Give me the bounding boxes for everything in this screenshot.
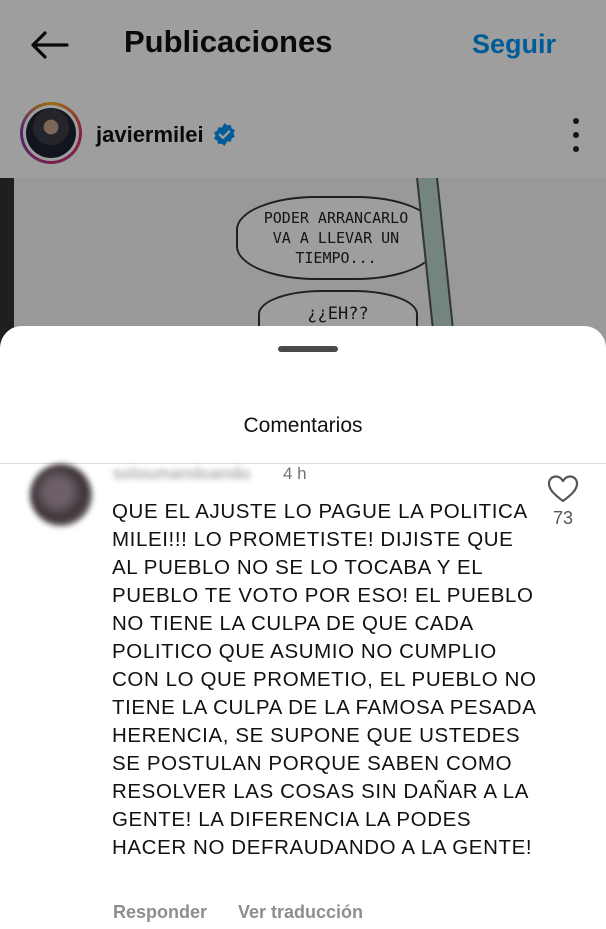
- comments-sheet: Comentarios soloumandoando 4 h QUE EL AJ…: [0, 326, 606, 929]
- reply-button[interactable]: Responder: [113, 902, 207, 923]
- like-count: 73: [552, 508, 574, 528]
- comment-item: soloumandoando 4 h QUE EL AJUSTE LO PAGU…: [0, 464, 606, 929]
- drag-handle[interactable]: [278, 346, 338, 352]
- comment-time: 4 h: [283, 464, 307, 483]
- commenter-avatar[interactable]: [30, 464, 92, 526]
- commenter-username[interactable]: soloumandoando: [113, 464, 250, 484]
- comments-title: Comentarios: [243, 414, 363, 437]
- heart-outline-icon[interactable]: [547, 474, 579, 504]
- comment-text: QUE EL AJUSTE LO PAGUE LA POLITICA MILEI…: [112, 500, 537, 859]
- see-translation-button[interactable]: Ver traducción: [238, 902, 363, 923]
